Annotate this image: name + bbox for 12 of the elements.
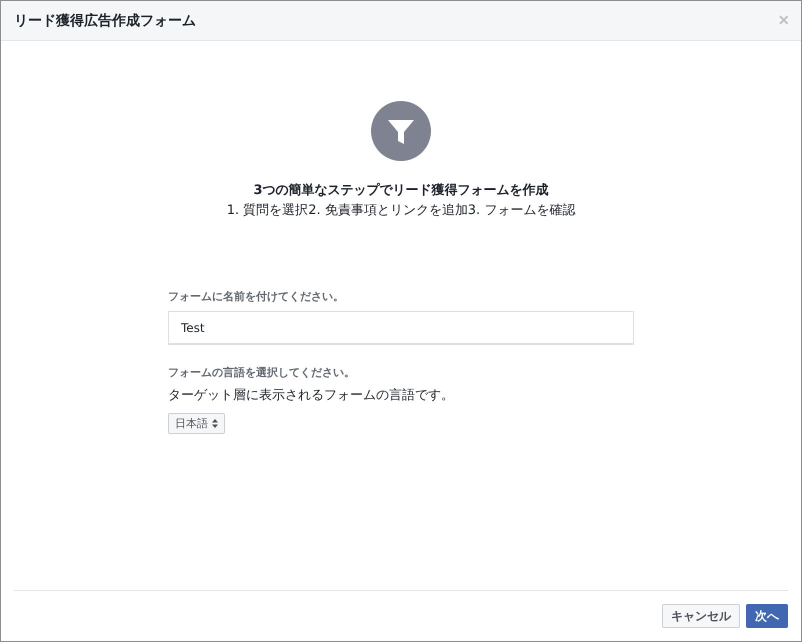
name-input-field[interactable]: Test [168, 311, 634, 345]
dialog-title: リード獲得広告作成フォーム [14, 12, 196, 30]
field-label: フォームの言語を選択してください。 [168, 365, 355, 380]
filter-icon [371, 101, 431, 161]
language-select[interactable]: 日本語 [168, 413, 225, 434]
sort-caret-icon [212, 419, 218, 428]
field-label: フォームに名前を付けてください。 [168, 289, 344, 304]
cancel-button[interactable]: キャンセル [662, 604, 740, 628]
intro-steps: 1. 質問を選択2. 免責事項とリンクを追加3. フォームを確認 [226, 201, 576, 219]
field-description: ターゲット層に表示されるフォームの言語です。 [168, 387, 454, 404]
intro-heading: 3つの簡単なステップでリード獲得フォームを作成 [253, 182, 549, 199]
next-button[interactable]: 次へ [746, 604, 788, 628]
